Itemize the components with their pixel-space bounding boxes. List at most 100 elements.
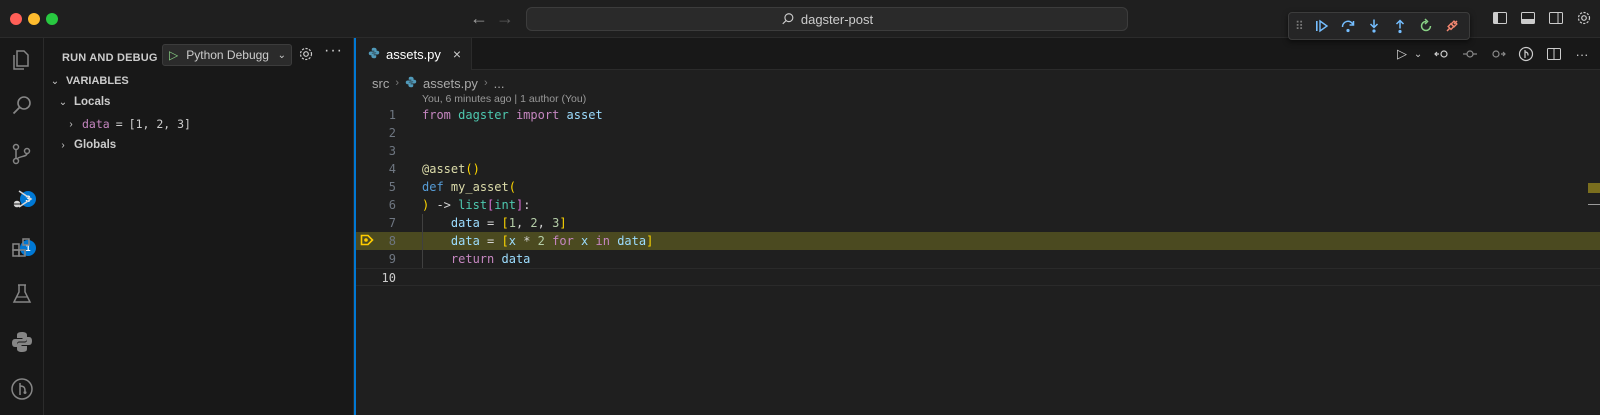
more-actions-icon[interactable]: ···: [324, 42, 343, 60]
variables-label: VARIABLES: [66, 75, 129, 87]
code-line[interactable]: 1 from dagster import asset: [356, 106, 1600, 124]
restart-icon[interactable]: [1417, 17, 1435, 35]
line-number: 4: [388, 162, 396, 176]
variable-name: data: [82, 117, 110, 131]
code-line[interactable]: 5 def my_asset(: [356, 178, 1600, 196]
command-center-search[interactable]: dagster-post: [526, 7, 1128, 31]
go-forward-in-timeline-icon[interactable]: [1490, 46, 1506, 62]
breadcrumb: src › assets.py › ...: [372, 74, 504, 92]
code-text: return data: [450, 252, 531, 266]
activity-bar: 3 1: [0, 38, 44, 415]
line-number: 5: [388, 180, 396, 194]
editor-area: assets.py × ▷ ⌄ ··· src › assets.py › ..…: [354, 38, 1600, 415]
more-actions-icon[interactable]: ···: [1574, 46, 1590, 62]
locals-label: Locals: [74, 96, 111, 108]
variable-value: [1, 2, 3]: [128, 117, 191, 131]
timeline-commit-icon[interactable]: [1462, 46, 1478, 62]
step-over-icon[interactable]: [1339, 17, 1357, 35]
variable-item-data[interactable]: › data = [1, 2, 3]: [66, 114, 191, 134]
chevron-down-icon: ⌄: [50, 75, 60, 87]
globals-scope[interactable]: › Globals: [58, 135, 116, 155]
git-blame-codelens[interactable]: You, 6 minutes ago | 1 author (You): [422, 93, 586, 105]
breadcrumb-more[interactable]: ...: [494, 76, 505, 91]
code-line[interactable]: 2: [356, 124, 1600, 142]
code-line[interactable]: 6 ) -> list[int]:: [356, 196, 1600, 214]
code-line-cursor[interactable]: 10: [356, 268, 1600, 286]
git-lens-icon[interactable]: [1518, 46, 1534, 62]
search-icon[interactable]: [8, 92, 36, 120]
minimap-current-line-marker: [1588, 183, 1600, 193]
search-icon: [782, 13, 794, 25]
line-number: 3: [388, 144, 396, 158]
chevron-down-icon[interactable]: ⌄: [1414, 46, 1422, 62]
code-text: @asset(): [422, 162, 480, 176]
python-file-icon: [405, 76, 417, 91]
locals-scope[interactable]: ⌄ Locals: [58, 92, 111, 112]
line-number: 7: [388, 216, 396, 230]
split-editor-icon[interactable]: [1546, 46, 1562, 62]
minimap-cursor-marker: [1588, 204, 1600, 205]
disconnect-icon[interactable]: [1443, 17, 1461, 35]
code-line[interactable]: 3: [356, 142, 1600, 160]
breadcrumb-folder[interactable]: src: [372, 76, 389, 91]
continue-icon[interactable]: [1313, 17, 1331, 35]
run-file-icon[interactable]: ▷: [1394, 46, 1410, 62]
close-tab-icon[interactable]: ×: [453, 46, 461, 62]
python-icon[interactable]: [8, 328, 36, 356]
code-line[interactable]: 7 data = [1, 2, 3]: [356, 214, 1600, 232]
chevron-right-icon: ›: [395, 77, 400, 89]
forward-arrow-icon[interactable]: →: [496, 8, 514, 28]
line-number: 2: [388, 126, 396, 140]
indent-guide: [422, 214, 423, 268]
debug-config-label: Python Debugg: [186, 48, 269, 62]
testing-icon[interactable]: [8, 280, 36, 308]
line-number: 1: [388, 108, 396, 122]
variables-section-header[interactable]: ⌄ VARIABLES: [50, 71, 129, 91]
minimize-window-button[interactable]: [28, 13, 40, 25]
variable-equals: =: [115, 117, 123, 131]
toggle-secondary-sidebar-icon[interactable]: [1548, 10, 1564, 26]
settings-gear-icon[interactable]: [1576, 10, 1592, 26]
sidebar-title: RUN AND DEBUG: [62, 52, 158, 64]
chevron-right-icon: ›: [61, 139, 65, 151]
tab-assets-py[interactable]: assets.py ×: [356, 38, 472, 70]
back-arrow-icon[interactable]: ←: [470, 8, 488, 28]
drag-handle-icon[interactable]: ⠿: [1295, 19, 1305, 33]
toggle-primary-sidebar-icon[interactable]: [1492, 10, 1508, 26]
chevron-right-icon: ›: [483, 77, 488, 89]
tab-label: assets.py: [386, 46, 441, 62]
close-window-button[interactable]: [10, 13, 22, 25]
python-file-icon: [368, 47, 380, 62]
go-back-in-timeline-icon[interactable]: [1434, 46, 1450, 62]
code-text: data = [1, 2, 3]: [450, 216, 567, 230]
line-number: 9: [388, 252, 396, 266]
line-number: 8: [388, 234, 396, 248]
step-out-icon[interactable]: [1391, 17, 1409, 35]
code-line-current[interactable]: 8 data = [x * 2 for x in data]: [356, 232, 1600, 250]
line-number: 6: [388, 198, 396, 212]
chevron-right-icon: ›: [69, 118, 73, 130]
globals-label: Globals: [74, 139, 117, 151]
git-graph-icon[interactable]: [8, 375, 36, 403]
run-debug-icon[interactable]: [8, 186, 36, 214]
maximize-window-button[interactable]: [46, 13, 58, 25]
code-text: def my_asset(: [422, 180, 516, 194]
debug-settings-gear-icon[interactable]: [298, 46, 314, 62]
code-line[interactable]: 9 return data: [356, 250, 1600, 268]
step-into-icon[interactable]: [1365, 17, 1383, 35]
debug-config-select[interactable]: ▷ Python Debugg ⌄: [162, 44, 292, 66]
code-text: data = [x * 2 for x in data]: [450, 234, 654, 248]
explorer-icon[interactable]: [8, 46, 36, 74]
breadcrumb-file[interactable]: assets.py: [423, 76, 478, 91]
extensions-icon[interactable]: [8, 234, 36, 262]
code-line[interactable]: 4 @asset(): [356, 160, 1600, 178]
source-control-icon[interactable]: [8, 140, 36, 168]
start-debugging-icon[interactable]: ▷: [169, 48, 178, 62]
line-number: 10: [381, 271, 396, 285]
debug-toolbar: ⠿: [1288, 12, 1470, 40]
code-text: from dagster import asset: [422, 108, 603, 122]
command-center-text: dagster-post: [800, 11, 874, 27]
editor-tabs: assets.py × ▷ ⌄ ···: [356, 38, 1600, 70]
code-text: ) -> list[int]:: [422, 198, 531, 212]
toggle-panel-icon[interactable]: [1520, 10, 1536, 26]
